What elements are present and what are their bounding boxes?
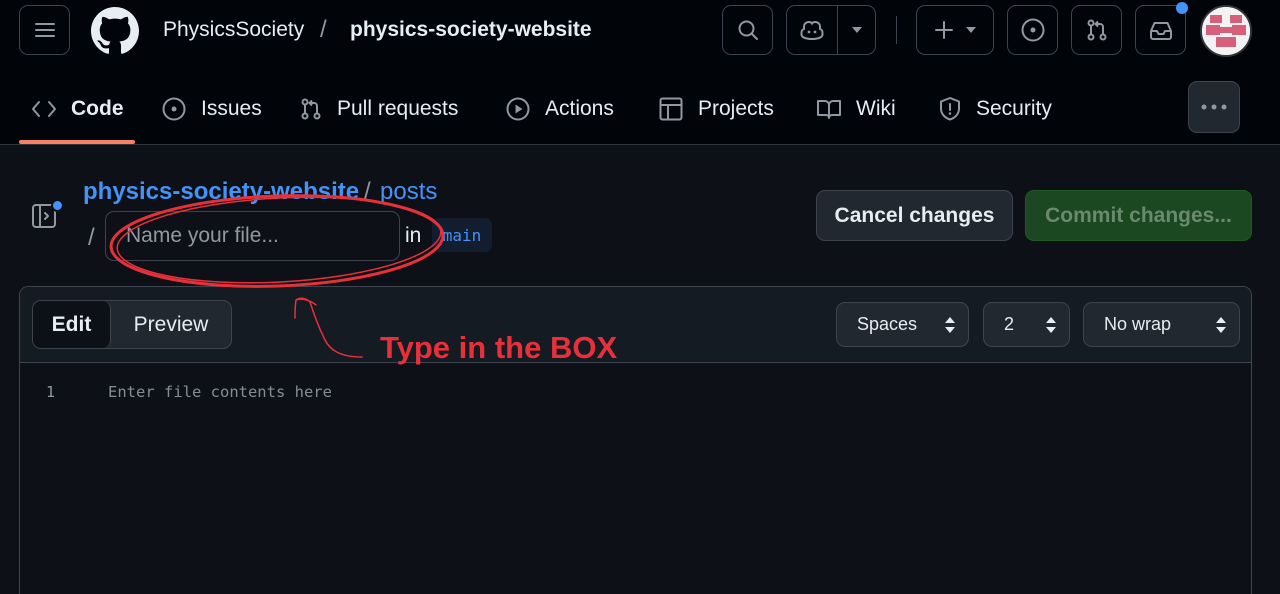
triangle-down-icon [851,27,862,33]
tab-projects[interactable]: Projects [658,84,774,134]
more-tabs-button[interactable] [1188,81,1240,133]
branch-badge: main [432,218,492,252]
select-arrows-icon [1046,317,1056,333]
table-icon [658,96,684,122]
select-arrows-icon [1216,317,1226,333]
file-editor: Edit Preview Spaces 2 No wrap 1 Enter fi… [19,286,1252,594]
tab-label: Code [71,97,124,120]
sidebar-indicator-dot [51,199,64,212]
commit-changes-button[interactable]: Commit changes... [1025,190,1252,241]
breadcrumb-separator: / [364,178,371,205]
tab-wiki[interactable]: Wiki [816,84,896,134]
annotation-label: Type in the BOX [380,330,618,365]
filename-input[interactable] [105,211,400,261]
global-header: PhysicsSociety / physics-society-website [0,0,1280,145]
book-icon [816,97,842,121]
user-avatar[interactable] [1200,5,1252,57]
breadcrumb-repo-link[interactable]: physics-society-website [83,178,359,206]
issues-button[interactable] [1007,5,1058,55]
menu-button[interactable] [19,5,70,55]
active-tab-indicator [19,140,135,144]
copilot-button-group [786,5,876,55]
code-editor-area[interactable]: Enter file contents here [108,383,332,401]
preview-mode-button[interactable]: Preview [111,301,231,348]
tab-label: Issues [201,97,262,120]
triangle-down-icon [966,27,976,33]
pull-requests-button[interactable] [1071,5,1122,55]
search-button[interactable] [722,5,773,55]
tab-issues[interactable]: Issues [161,84,262,134]
github-logo-icon[interactable] [91,7,139,55]
issue-opened-icon [161,96,187,122]
indent-size-select[interactable]: 2 [983,302,1070,347]
play-icon [505,96,531,122]
breadcrumb-directory-link[interactable]: posts [380,178,437,206]
tab-label: Security [976,97,1052,120]
indent-size-value: 2 [1004,314,1015,334]
branch-in-label: in [405,224,422,247]
git-pull-request-icon [299,97,323,121]
kebab-horizontal-icon [1201,104,1227,110]
repo-link[interactable]: physics-society-website [350,18,592,42]
path-slash: / [88,224,95,251]
edit-mode-button[interactable]: Edit [33,301,111,348]
tab-pull-requests[interactable]: Pull requests [299,84,458,134]
plus-icon [935,21,953,39]
editor-mode-toggle: Edit Preview [32,300,232,349]
notification-indicator [1176,2,1188,14]
wrap-mode-value: No wrap [1104,314,1172,334]
inbox-icon [1149,22,1172,40]
line-number: 1 [46,383,56,401]
issue-opened-icon [1021,18,1044,42]
search-icon [738,20,758,40]
create-new-button[interactable] [916,5,994,55]
tab-label: Pull requests [337,97,459,120]
tab-actions[interactable]: Actions [505,84,614,134]
copilot-button[interactable] [787,6,838,54]
tab-security[interactable]: Security [938,84,1052,134]
cancel-changes-button[interactable]: Cancel changes [816,190,1013,241]
copilot-icon [800,20,824,41]
wrap-mode-select[interactable]: No wrap [1083,302,1240,347]
owner-link[interactable]: PhysicsSociety [163,18,304,42]
hamburger-icon [34,23,55,37]
tab-label: Projects [698,97,774,120]
copilot-dropdown-button[interactable] [838,6,875,54]
tab-code[interactable]: Code [31,84,124,134]
header-separator: / [320,16,327,43]
editor-toolbar: Edit Preview Spaces 2 No wrap [20,287,1251,363]
git-pull-request-icon [1087,19,1106,41]
select-arrows-icon [945,317,955,333]
tab-label: Actions [545,97,614,120]
shield-icon [938,96,962,122]
indent-mode-value: Spaces [857,314,918,334]
header-divider [896,16,897,44]
tab-label: Wiki [856,97,896,120]
indent-mode-select[interactable]: Spaces [836,302,969,347]
code-icon [31,99,57,119]
